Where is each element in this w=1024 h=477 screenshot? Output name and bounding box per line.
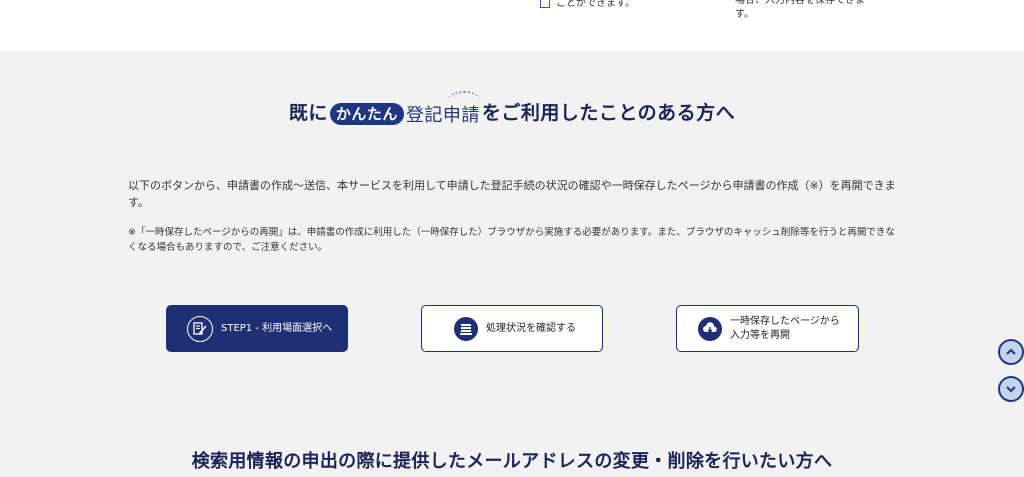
- top-fragment-right-line1: 場合、入力内容を保存できま: [735, 0, 865, 6]
- top-fragment-left: ことができます。: [540, 0, 635, 9]
- intro-paragraph: 以下のボタンから、申請書の作成～送信、本サービスを利用して申請した登記手続の状況…: [128, 179, 896, 209]
- step1-button-label: STEP1 - 利用場面選択へ: [221, 322, 333, 334]
- section-title-existing-users: 既に かんたん 登記申請 をご利用したことのある方へ: [0, 90, 1024, 127]
- top-fragment-right-line2: す。: [735, 9, 754, 20]
- step1-button[interactable]: STEP1 - 利用場面選択へ: [166, 305, 348, 352]
- edit-document-icon: [187, 315, 213, 342]
- section-title-email-change: 検索用情報の申出の際に提供したメールアドレスの変更・削除を行いたい方へ: [191, 451, 833, 472]
- top-fragment-right: 場合、入力内容を保存できま す。: [735, 0, 865, 22]
- chevron-up-icon: [1006, 348, 1016, 355]
- top-section-strip: ことができます。 場合、入力内容を保存できま す。: [0, 0, 1024, 51]
- scroll-down-button[interactable]: [998, 376, 1024, 402]
- resume-label-line1: 一時保存したページから: [730, 315, 840, 327]
- small-list-icon: [540, 0, 550, 8]
- check-status-button[interactable]: 処理状況を確認する: [421, 305, 603, 352]
- chevron-down-icon: [1006, 386, 1016, 393]
- logo-dots-decoration: [447, 90, 480, 109]
- cache-note: ※「一時保存したページからの再開」は、申請書の作成に利用した（一時保存した）ブラ…: [128, 227, 895, 253]
- title-suffix: をご利用したことのある方へ: [481, 102, 736, 124]
- document-tray-icon: [454, 316, 478, 341]
- kantan-logo: かんたん 登記申請: [329, 90, 480, 127]
- resume-saved-button[interactable]: 一時保存したページから 入力等を再開: [676, 305, 859, 352]
- scroll-up-button[interactable]: [998, 339, 1024, 365]
- top-fragment-left-text: ことができます。: [556, 0, 635, 9]
- check-status-label: 処理状況を確認する: [486, 322, 576, 334]
- resume-saved-label: 一時保存したページから 入力等を再開: [730, 315, 840, 343]
- cloud-download-icon: [698, 316, 722, 341]
- title-prefix: 既に: [288, 102, 328, 124]
- logo-pill-text: かんたん: [329, 102, 404, 125]
- resume-label-line2: 入力等を再開: [730, 329, 790, 341]
